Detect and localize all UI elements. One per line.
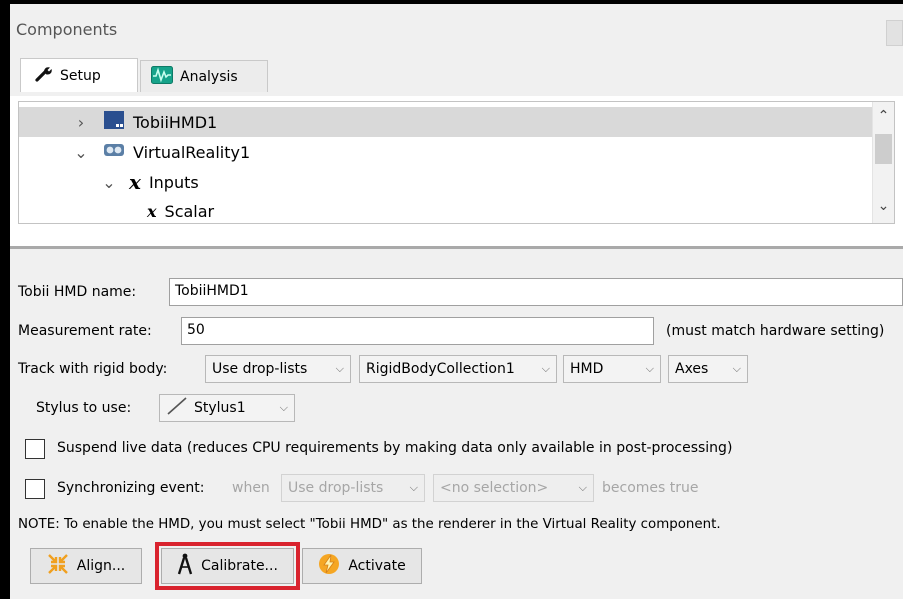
title-bar: Components [10,4,903,50]
hmd-device-icon [103,110,125,134]
chevron-down-icon: ⌵ [279,401,288,414]
tree-item-label: VirtualReality1 [133,142,251,162]
stylus-icon [166,396,188,420]
dropdown-value: Axes [675,361,709,377]
tree-item-label: TobiiHMD1 [133,112,218,132]
dropdown-value: <no selection> [440,480,549,496]
align-button[interactable]: Align... [30,548,142,584]
tree-scrollbar[interactable]: ⌃ ⌄ [872,102,894,223]
calibrate-highlight-box [155,542,300,590]
tobii-hmd-settings: Tobii HMD name: TobiiHMD1 Measurement ra… [10,249,903,599]
sync-selection-dropdown[interactable]: <no selection> ⌵ [433,474,594,502]
activate-button-label: Activate [348,558,406,574]
chevron-up-icon[interactable]: ⌃ [873,108,894,124]
tab-setup[interactable]: Setup [20,58,138,92]
track-mode-dropdown[interactable]: Use drop-lists ⌵ [205,355,351,383]
chevron-down-icon[interactable]: ⌄ [73,143,89,162]
scroll-thumb[interactable] [875,134,892,164]
chevron-down-icon: ⌵ [409,481,418,494]
sync-event-checkbox[interactable] [25,479,45,499]
variable-x-icon: 𝒙 [129,170,141,194]
tree-item-virtualreality1[interactable]: ⌄ VirtualReality1 [19,137,250,167]
window-title: Components [16,20,118,39]
tab-setup-label: Setup [60,67,101,84]
name-label: Tobii HMD name: [18,284,137,300]
chevron-down-icon: ⌵ [541,362,550,375]
dropdown-value: Use drop-lists [212,361,308,377]
chevron-right-icon[interactable]: › [73,113,89,132]
tab-analysis[interactable]: Analysis [140,60,268,92]
tree-item-label: Inputs [148,172,199,192]
chevron-down-icon: ⌵ [335,362,344,375]
variable-x-icon: 𝒙 [147,201,157,221]
tab-analysis-label: Analysis [180,68,238,85]
tree-area: › TobiiHMD1 ⌄ VirtualReality1 ⌄ 𝒙 Inputs… [10,96,903,246]
dropdown-value: HMD [570,361,604,377]
note-text: NOTE: To enable the HMD, you must select… [18,517,721,532]
vr-headset-icon [103,142,125,162]
activate-button[interactable]: Activate [302,548,422,584]
align-icon [47,553,69,579]
measurement-rate-field[interactable]: 50 [181,317,654,345]
component-tree[interactable]: › TobiiHMD1 ⌄ VirtualReality1 ⌄ 𝒙 Inputs… [18,101,895,224]
suspend-label: Suspend live data (reduces CPU requireme… [57,440,733,456]
dropdown-value: Use drop-lists [288,480,384,496]
window-left-edge [0,0,10,599]
tree-item-scalar[interactable]: 𝒙 Scalar [19,196,215,223]
hmd-name-field[interactable]: TobiiHMD1 [169,278,903,306]
wrench-icon [35,66,53,86]
chevron-down-icon[interactable]: ⌄ [101,173,117,192]
tree-item-label: Scalar [164,201,215,221]
stylus-value: Stylus1 [166,396,246,420]
sync-mode-dropdown[interactable]: Use drop-lists ⌵ [281,474,425,502]
dropdown-value: Stylus1 [194,400,246,416]
rigid-collection-dropdown[interactable]: RigidBodyCollection1 ⌵ [359,355,557,383]
components-panel: Components Setup Analysis › TobiiHMD1 ⌄ … [10,4,903,599]
sync-when-label: when [232,480,270,496]
rate-note: (must match hardware setting) [666,323,885,339]
stylus-dropdown[interactable]: Stylus1 ⌵ [159,394,295,422]
sync-becomes-label: becomes true [602,480,699,496]
title-bar-button[interactable] [886,20,903,46]
tree-item-tobiihmd1[interactable]: › TobiiHMD1 [19,107,872,137]
sync-label: Synchronizing event: [57,480,205,496]
chevron-down-icon: ⌵ [645,362,654,375]
lightning-icon [318,553,340,579]
align-button-label: Align... [76,558,126,574]
tree-item-inputs[interactable]: ⌄ 𝒙 Inputs [19,167,199,197]
stylus-label: Stylus to use: [36,400,132,416]
dropdown-value: RigidBodyCollection1 [366,361,515,377]
tab-bar: Setup Analysis [10,50,903,96]
chevron-down-icon: ⌵ [732,362,741,375]
rigid-axes-dropdown[interactable]: Axes ⌵ [668,355,748,383]
track-label: Track with rigid body: [18,361,168,377]
rigid-body-dropdown[interactable]: HMD ⌵ [563,355,661,383]
rate-label: Measurement rate: [18,323,152,339]
suspend-live-data-checkbox[interactable] [25,439,45,459]
chevron-down-icon[interactable]: ⌄ [873,198,894,214]
chevron-down-icon: ⌵ [578,481,587,494]
waveform-icon [151,65,173,88]
